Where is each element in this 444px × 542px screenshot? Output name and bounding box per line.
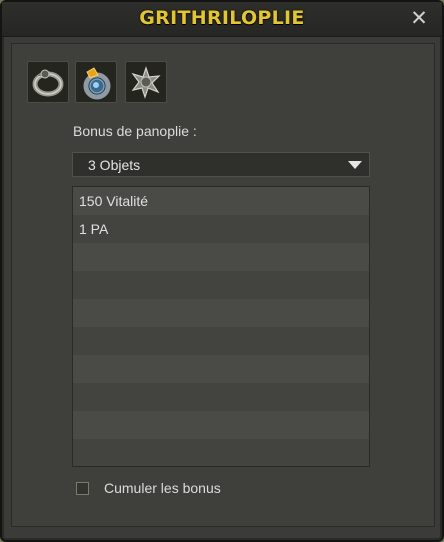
shield-item-icon <box>131 66 161 99</box>
set-bonus-label: Bonus de panoplie : <box>73 123 197 139</box>
list-item <box>73 327 369 355</box>
list-item <box>73 383 369 411</box>
item-count-select[interactable]: 3 Objets <box>72 152 370 177</box>
title-bar[interactable]: GRITHRILOPLIE ✕ <box>2 2 442 37</box>
window-title: GRITHRILOPLIE <box>139 7 305 29</box>
list-item: 150 Vitalité <box>73 187 369 215</box>
bonus-list[interactable]: 150 Vitalité 1 PA <box>72 186 370 467</box>
item-slot-amulet[interactable] <box>75 61 117 103</box>
list-item <box>73 355 369 383</box>
list-item <box>73 271 369 299</box>
set-window: GRITHRILOPLIE ✕ Bonus de panoplie : 3 Ob… <box>0 0 444 542</box>
cumulate-bonus-checkbox[interactable] <box>76 482 89 495</box>
list-item <box>73 299 369 327</box>
amulet-item-icon <box>83 67 111 100</box>
list-item <box>73 439 369 466</box>
ring-item-icon <box>32 69 64 97</box>
dropdown-arrow-icon <box>348 161 362 169</box>
item-slot-shield[interactable] <box>125 61 167 103</box>
item-slot-ring[interactable] <box>27 61 69 103</box>
close-icon: ✕ <box>410 6 428 30</box>
close-button[interactable]: ✕ <box>408 7 430 29</box>
item-count-value: 3 Objets <box>88 157 141 173</box>
list-item <box>73 243 369 271</box>
list-item <box>73 411 369 439</box>
cumulate-bonus-label[interactable]: Cumuler les bonus <box>104 480 221 496</box>
list-item: 1 PA <box>73 215 369 243</box>
